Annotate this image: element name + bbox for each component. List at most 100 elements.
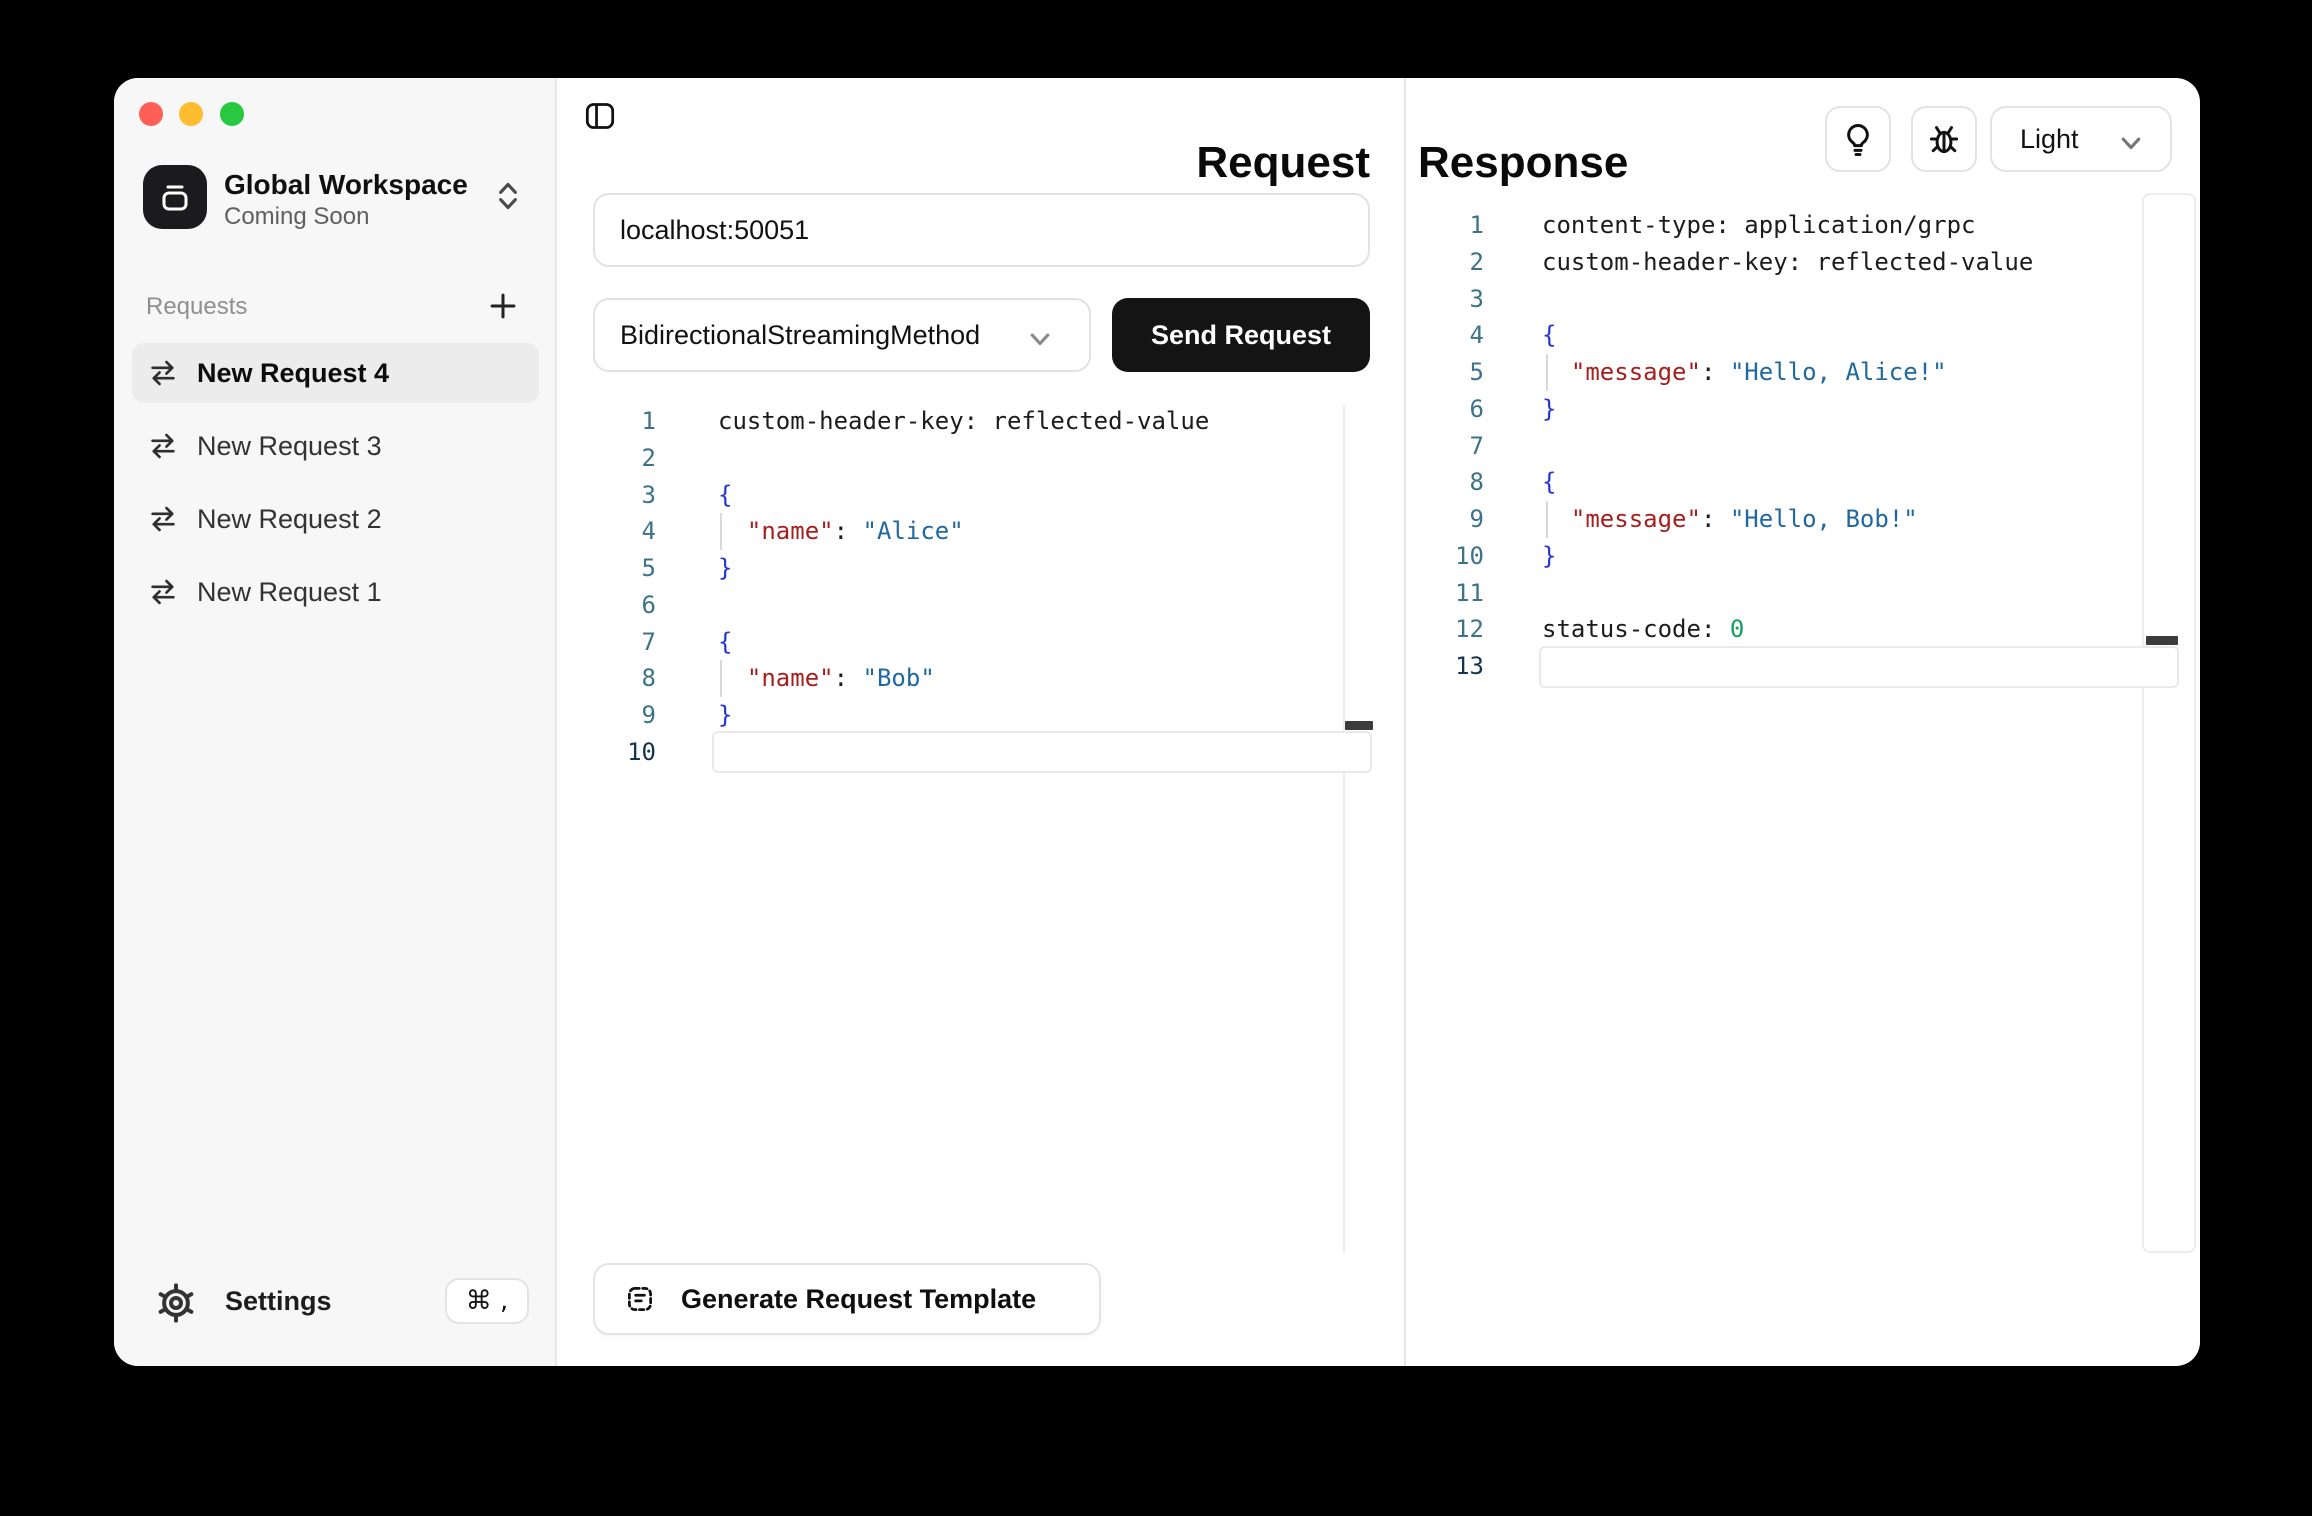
chevron-down-icon [2118, 130, 2144, 156]
code-line-content [656, 734, 718, 771]
line-number: 4 [1394, 317, 1484, 354]
code-line-content: { [656, 477, 732, 514]
close-window-button[interactable] [139, 102, 163, 126]
request-item-label: New Request 2 [197, 504, 382, 535]
settings-button[interactable]: Settings ⌘ , [114, 1278, 557, 1330]
generate-template-label: Generate Request Template [681, 1284, 1036, 1315]
code-line-content: } [1484, 391, 1556, 428]
requests-section-label: Requests [146, 293, 247, 321]
bidirectional-arrows-icon [148, 359, 178, 387]
indent-guide [720, 660, 722, 697]
code-line[interactable]: 10} [1394, 538, 2184, 575]
method-dropdown-value: BidirectionalStreamingMethod [620, 320, 980, 351]
bidirectional-arrows-icon [148, 578, 178, 606]
code-line[interactable]: 6} [1394, 391, 2184, 428]
sidebar-request-item[interactable]: New Request 2 [132, 489, 539, 549]
line-number: 6 [1394, 391, 1484, 428]
request-item-label: New Request 1 [197, 577, 382, 608]
debug-button[interactable] [1911, 106, 1977, 172]
code-line-content: custom-header-key: reflected-value [1484, 244, 2033, 281]
sidebar-request-item[interactable]: New Request 3 [132, 416, 539, 476]
line-number: 5 [1394, 354, 1484, 391]
method-dropdown[interactable]: BidirectionalStreamingMethod [593, 298, 1091, 372]
code-line-content: } [656, 550, 732, 587]
chevron-up-down-icon [495, 179, 521, 213]
code-line-content: { [656, 624, 732, 661]
code-line-content: "message": "Hello, Alice!" [1484, 354, 1947, 391]
generate-template-button[interactable]: Generate Request Template [593, 1263, 1101, 1335]
sidebar-toggle-icon[interactable] [585, 101, 615, 131]
workspace-icon [143, 165, 207, 229]
send-request-button[interactable]: Send Request [1112, 298, 1370, 372]
code-line[interactable]: 1custom-header-key: reflected-value [564, 403, 1364, 440]
app-window: Global Workspace Coming Soon Requests Ne… [114, 78, 2200, 1366]
code-line[interactable]: 3{ [564, 477, 1364, 514]
code-line[interactable]: 9} [564, 697, 1364, 734]
code-line-content [1484, 648, 1542, 685]
code-line[interactable]: 5 "message": "Hello, Alice!" [1394, 354, 2184, 391]
theme-dropdown-value: Light [2020, 124, 2079, 155]
lightbulb-icon [1840, 121, 1876, 157]
code-line-content [656, 440, 718, 477]
request-message-entry-box[interactable] [712, 731, 1372, 773]
line-number: 7 [564, 624, 656, 661]
request-body-editor[interactable]: 1custom-header-key: reflected-value23{4 … [564, 403, 1364, 771]
minimize-window-button[interactable] [179, 102, 203, 126]
code-line[interactable]: 7{ [564, 624, 1364, 661]
code-line[interactable]: 12status-code: 0 [1394, 611, 2184, 648]
line-number: 13 [1394, 648, 1484, 685]
code-line-content: "message": "Hello, Bob!" [1484, 501, 1918, 538]
code-line-content: content-type: application/grpc [1484, 207, 1975, 244]
add-request-button[interactable] [488, 291, 518, 321]
response-panel-title: Response [1418, 138, 1628, 188]
code-line[interactable]: 4 "name": "Alice" [564, 513, 1364, 550]
request-panel-title: Request [558, 138, 1370, 188]
sidebar-request-item[interactable]: New Request 4 [132, 343, 539, 403]
bug-icon [1926, 121, 1962, 157]
line-number: 2 [1394, 244, 1484, 281]
indent-guide [1546, 501, 1548, 538]
settings-shortcut-badge: ⌘ , [445, 1278, 529, 1324]
zoom-window-button[interactable] [220, 102, 244, 126]
response-body-viewer[interactable]: 1content-type: application/grpc2custom-h… [1394, 207, 2184, 685]
line-number: 4 [564, 513, 656, 550]
settings-label: Settings [225, 1286, 332, 1317]
request-list: New Request 4 New Request 3 New Request … [132, 343, 539, 635]
code-line[interactable]: 2custom-header-key: reflected-value [1394, 244, 2184, 281]
code-line[interactable]: 8{ [1394, 464, 2184, 501]
bidirectional-arrows-icon [148, 505, 178, 533]
code-line[interactable]: 4{ [1394, 317, 2184, 354]
sidebar-request-item[interactable]: New Request 1 [132, 562, 539, 622]
code-line[interactable]: 7 [1394, 428, 2184, 465]
code-line[interactable]: 11 [1394, 575, 2184, 612]
indent-guide [720, 513, 722, 550]
request-editor-scroll-thumb[interactable] [1345, 721, 1373, 730]
code-line[interactable]: 3 [1394, 281, 2184, 318]
code-line[interactable]: 8 "name": "Bob" [564, 660, 1364, 697]
hint-button[interactable] [1825, 106, 1891, 172]
code-line[interactable]: 1content-type: application/grpc [1394, 207, 2184, 244]
response-editor-scroll-thumb[interactable] [2146, 636, 2178, 645]
code-line[interactable]: 5} [564, 550, 1364, 587]
gear-icon [153, 1280, 199, 1326]
code-line-content: custom-header-key: reflected-value [656, 403, 1209, 440]
sidebar: Global Workspace Coming Soon Requests Ne… [114, 78, 557, 1366]
code-line[interactable]: 9 "message": "Hello, Bob!" [1394, 501, 2184, 538]
code-line-content [1484, 575, 1542, 612]
line-number: 6 [564, 587, 656, 624]
bidirectional-arrows-icon [148, 432, 178, 460]
line-number: 8 [564, 660, 656, 697]
theme-dropdown[interactable]: Light [1990, 106, 2172, 172]
template-icon [625, 1284, 655, 1314]
line-number: 12 [1394, 611, 1484, 648]
code-line[interactable]: 2 [564, 440, 1364, 477]
line-number: 7 [1394, 428, 1484, 465]
response-editor-scroll-track [2142, 193, 2196, 1253]
line-number: 8 [1394, 464, 1484, 501]
line-number: 3 [1394, 281, 1484, 318]
code-line[interactable]: 6 [564, 587, 1364, 624]
code-line-content: { [1484, 464, 1556, 501]
line-number: 1 [1394, 207, 1484, 244]
server-url-input[interactable] [593, 193, 1370, 267]
code-line-content: "name": "Alice" [656, 513, 964, 550]
